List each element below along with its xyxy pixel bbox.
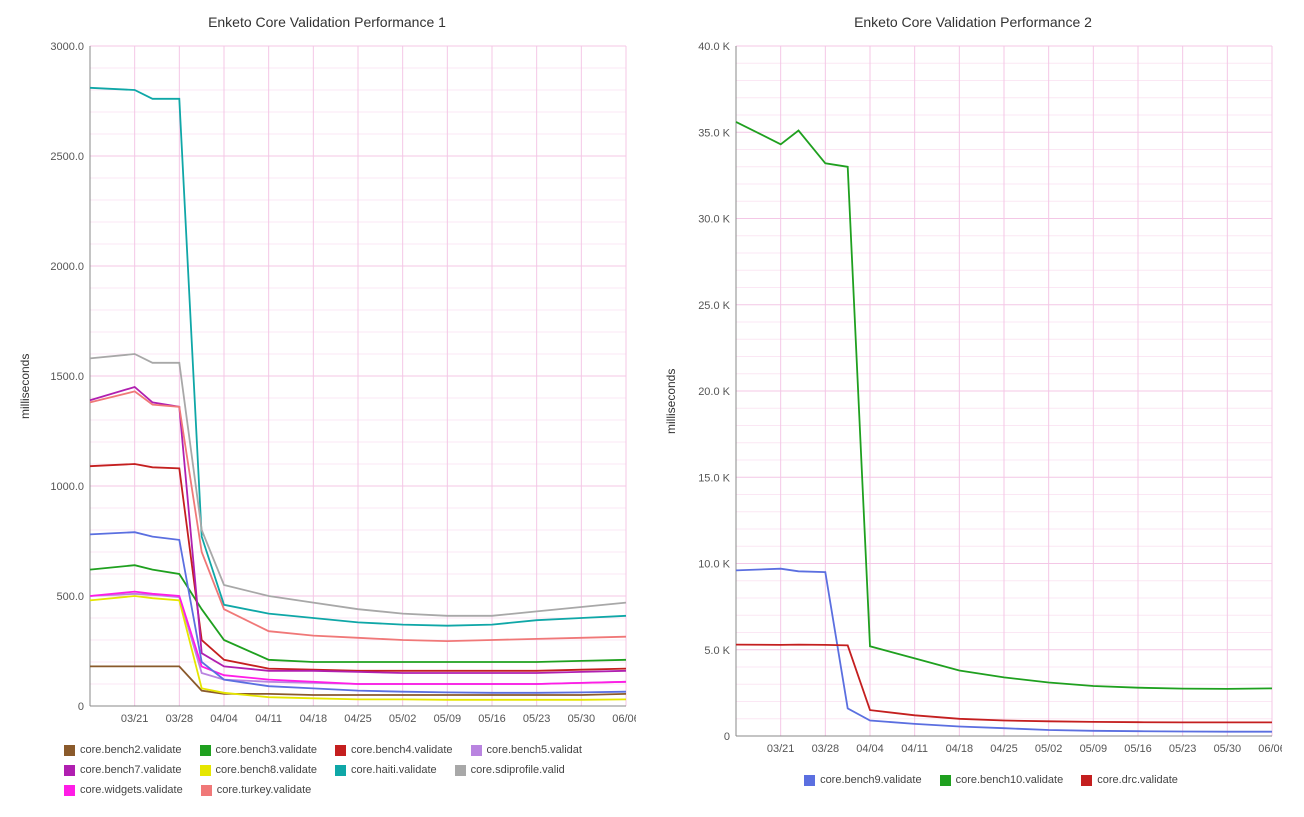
svg-text:05/09: 05/09 [1080, 743, 1108, 755]
legend-item: core.haiti.validate [335, 764, 437, 776]
legend-item: core.sdiprofile.valid [455, 764, 565, 776]
svg-text:10.0 K: 10.0 K [698, 559, 730, 571]
legend-swatch [940, 775, 951, 786]
legend-label: core.haiti.validate [351, 764, 437, 776]
svg-text:05/16: 05/16 [1124, 743, 1152, 755]
legend-item: core.drc.validate [1081, 774, 1178, 786]
legend-label: core.bench7.validate [80, 764, 182, 776]
svg-text:04/11: 04/11 [255, 713, 282, 725]
legend-swatch [64, 765, 75, 776]
legend-swatch [64, 785, 75, 796]
legend-swatch [335, 765, 346, 776]
svg-text:0: 0 [724, 731, 730, 743]
chart-legend-2: core.bench9.validate core.bench10.validat… [750, 766, 1196, 790]
legend-swatch [455, 765, 466, 776]
chart-ylabel-2: milliseconds [664, 201, 678, 601]
svg-text:04/18: 04/18 [300, 713, 328, 725]
svg-text:2500.0: 2500.0 [50, 151, 84, 163]
chart-panel-1: Enketo Core Validation Performance 1 mil… [10, 10, 644, 800]
legend-item: core.turkey.validate [201, 784, 312, 796]
chart-body-2: milliseconds 0 5.0 K 10.0 K 15.0 K 20.0 K 25.… [664, 36, 1282, 766]
chart-legend-1: core.bench2.validate core.bench3.validate… [10, 736, 644, 800]
svg-text:1500.0: 1500.0 [50, 371, 84, 383]
svg-text:05/30: 05/30 [1214, 743, 1242, 755]
svg-text:1000.0: 1000.0 [50, 481, 84, 493]
chart-svg-2: 0 5.0 K 10.0 K 15.0 K 20.0 K 25.0 K 30.0 K 35.0… [682, 36, 1282, 766]
svg-text:04/25: 04/25 [990, 743, 1018, 755]
svg-text:03/28: 03/28 [812, 743, 840, 755]
legend-label: core.bench9.validate [820, 774, 922, 786]
svg-text:40.0 K: 40.0 K [698, 41, 730, 53]
legend-label: core.bench3.validate [216, 744, 318, 756]
legend-swatch [200, 745, 211, 756]
svg-text:500.0: 500.0 [56, 591, 84, 603]
legend-swatch [1081, 775, 1092, 786]
chart-svg-1: 0 500.0 1000.0 1500.0 2000.0 2500.0 3000.0 03/2… [36, 36, 636, 736]
legend-item: core.bench5.validat [471, 744, 582, 756]
legend-swatch [200, 765, 211, 776]
legend-label: core.bench2.validate [80, 744, 182, 756]
legend-swatch [64, 745, 75, 756]
svg-text:06/06: 06/06 [612, 713, 636, 725]
legend-label: core.widgets.validate [80, 784, 183, 796]
legend-swatch [201, 785, 212, 796]
svg-text:03/21: 03/21 [767, 743, 795, 755]
legend-label: core.bench8.validate [216, 764, 318, 776]
svg-text:06/06: 06/06 [1258, 743, 1282, 755]
svg-text:30.0 K: 30.0 K [698, 214, 730, 226]
svg-text:15.0 K: 15.0 K [698, 472, 730, 484]
legend-label: core.turkey.validate [217, 784, 312, 796]
svg-text:05/09: 05/09 [434, 713, 462, 725]
svg-text:3000.0: 3000.0 [50, 41, 84, 53]
svg-text:03/28: 03/28 [166, 713, 194, 725]
legend-item: core.widgets.validate [64, 784, 183, 796]
svg-text:04/11: 04/11 [901, 743, 928, 755]
legend-item: core.bench2.validate [64, 744, 182, 756]
chart-title-1: Enketo Core Validation Performance 1 [208, 14, 446, 30]
svg-text:04/18: 04/18 [946, 743, 974, 755]
svg-text:04/04: 04/04 [856, 743, 884, 755]
svg-text:05/02: 05/02 [389, 713, 417, 725]
legend-item: core.bench3.validate [200, 744, 318, 756]
legend-label: core.bench10.validate [956, 774, 1064, 786]
legend-item: core.bench7.validate [64, 764, 182, 776]
svg-text:2000.0: 2000.0 [50, 261, 84, 273]
legend-swatch [471, 745, 482, 756]
legend-item: core.bench8.validate [200, 764, 318, 776]
chart-body-1: milliseconds 0 500.0 1000.0 1500.0 2000.0 250… [18, 36, 636, 736]
legend-item: core.bench10.validate [940, 774, 1064, 786]
svg-text:0: 0 [78, 701, 84, 713]
legend-label: core.sdiprofile.valid [471, 764, 565, 776]
svg-text:05/16: 05/16 [478, 713, 506, 725]
svg-text:05/30: 05/30 [568, 713, 596, 725]
legend-label: core.bench4.validate [351, 744, 453, 756]
legend-item: core.bench4.validate [335, 744, 453, 756]
chart-panel-2: Enketo Core Validation Performance 2 mil… [664, 10, 1282, 800]
chart-title-2: Enketo Core Validation Performance 2 [854, 14, 1092, 30]
svg-text:25.0 K: 25.0 K [698, 300, 730, 312]
legend-label: core.drc.validate [1097, 774, 1178, 786]
legend-label: core.bench5.validat [487, 744, 582, 756]
chart-ylabel-1: milliseconds [18, 186, 32, 586]
svg-text:04/04: 04/04 [210, 713, 238, 725]
legend-swatch [804, 775, 815, 786]
svg-text:35.0 K: 35.0 K [698, 127, 730, 139]
svg-text:04/25: 04/25 [344, 713, 372, 725]
svg-text:5.0 K: 5.0 K [704, 645, 730, 657]
svg-text:20.0 K: 20.0 K [698, 386, 730, 398]
legend-item: core.bench9.validate [804, 774, 922, 786]
svg-text:03/21: 03/21 [121, 713, 149, 725]
svg-text:05/02: 05/02 [1035, 743, 1063, 755]
svg-text:05/23: 05/23 [523, 713, 551, 725]
legend-swatch [335, 745, 346, 756]
charts-container: Enketo Core Validation Performance 1 mil… [10, 10, 1294, 800]
svg-text:05/23: 05/23 [1169, 743, 1197, 755]
